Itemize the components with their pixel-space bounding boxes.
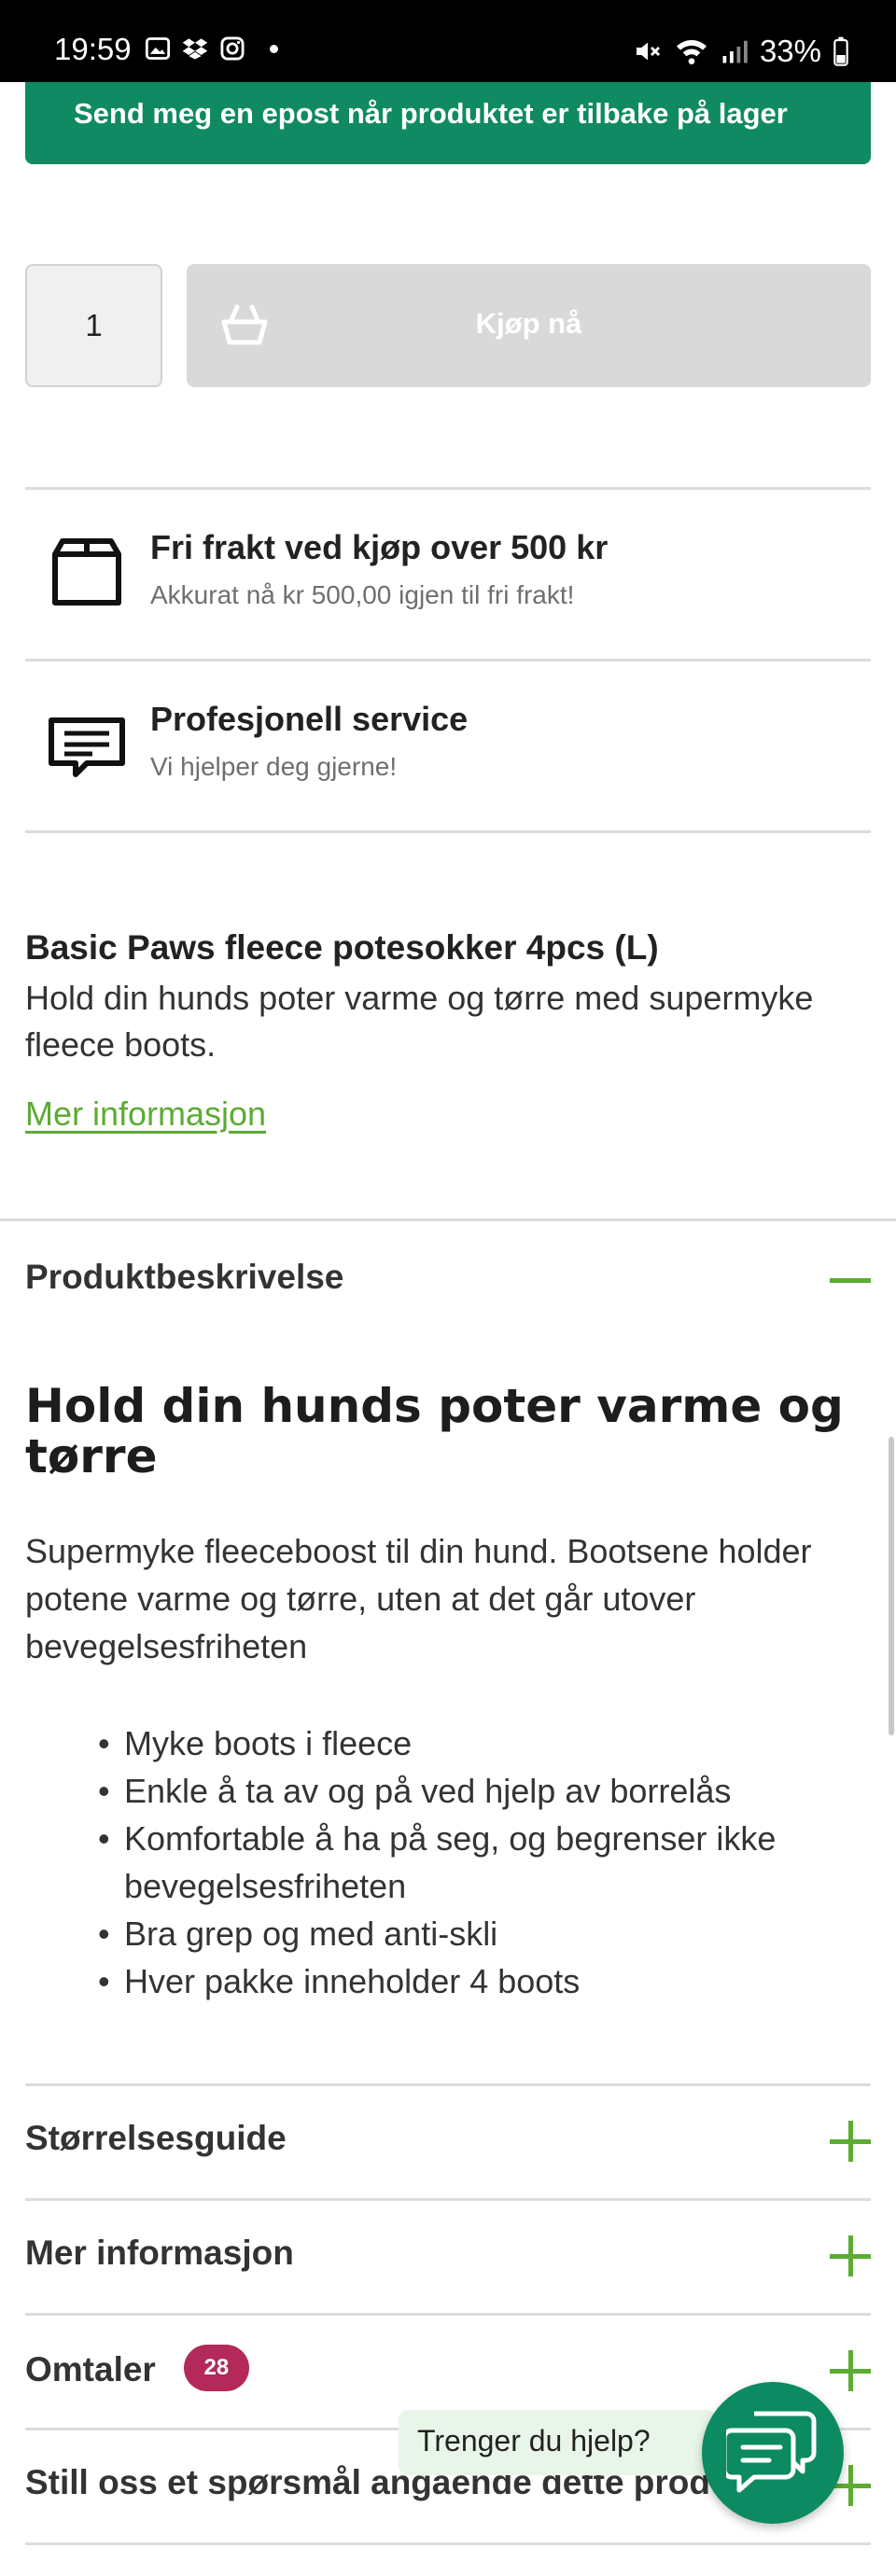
accordion-title: Størrelsesguide (25, 2119, 287, 2157)
free-shipping-subtitle: Akkurat nå kr 500,00 igjen til fri frakt… (150, 580, 575, 609)
instagram-icon (220, 36, 245, 61)
more-info-link[interactable]: Mer informasjon (25, 1094, 266, 1134)
description-heading: Hold din hunds poter varme og tørre (25, 1379, 844, 1483)
feature-list: Myke boots i fleece Enkle å ta av og på … (98, 1720, 863, 2005)
battery-percent: 33% (759, 34, 821, 68)
plus-icon[interactable] (830, 2235, 871, 2277)
chat-icon (726, 2411, 817, 2493)
status-bar: 19:59 33% (0, 0, 896, 82)
notification-icons (145, 35, 278, 62)
message-icon (49, 717, 125, 777)
service-title: Profesjonell service (150, 700, 469, 738)
accordion-product-description[interactable]: Produktbeskrivelse (25, 1222, 871, 1334)
review-count-badge: 28 (183, 2345, 249, 2391)
list-item: Enkle å ta av og på ved hjelp av borrelå… (98, 1767, 863, 1815)
buy-now-button[interactable]: Kjøp nå (187, 264, 871, 387)
list-item: Komfortable å ha på seg, og begrenser ik… (98, 1815, 863, 1910)
dropbox-icon (182, 38, 208, 60)
accordion-size-guide[interactable]: Størrelsesguide (25, 2083, 871, 2195)
system-icons: 33% (633, 34, 849, 69)
product-name: Basic Paws fleece potesokker 4pcs (L) (25, 928, 659, 967)
minus-icon[interactable] (830, 1260, 871, 1301)
plus-icon[interactable] (830, 2121, 871, 2162)
mute-icon (636, 42, 660, 61)
list-item: Bra grep og med anti-skli (98, 1910, 863, 1957)
list-item: Hver pakke inneholder 4 boots (98, 1957, 863, 2005)
divider (25, 487, 871, 490)
plus-icon[interactable] (830, 2350, 871, 2391)
wifi-icon (676, 40, 707, 64)
signal-icon (722, 40, 748, 63)
divider (25, 830, 871, 833)
chat-button[interactable] (702, 2382, 844, 2524)
accordion-title: Mer informasjon (25, 2234, 294, 2272)
product-short-description: Hold din hunds poter varme og tørre med … (25, 979, 814, 1064)
divider (0, 1218, 896, 1221)
buy-now-label: Kjøp nå (475, 307, 582, 340)
notify-when-in-stock-button[interactable]: Send meg en epost når produktet er tilba… (25, 82, 871, 164)
more-notifications-dot (270, 44, 278, 53)
accordion-title: Omtaler 28 (25, 2345, 249, 2395)
reviews-label: Omtaler (25, 2349, 156, 2388)
divider (25, 2542, 871, 2545)
box-icon (52, 538, 121, 606)
quantity-input[interactable]: 1 (25, 264, 162, 387)
description-paragraph: Supermyke fleeceboost til din hund. Boot… (25, 1532, 812, 1665)
divider (25, 659, 871, 661)
accordion-title: Produktbeskrivelse (25, 1258, 344, 1296)
help-bubble[interactable]: Trenger du hjelp? (399, 2410, 716, 2475)
battery-icon (833, 36, 848, 66)
list-item: Myke boots i fleece (98, 1720, 863, 1767)
service-subtitle: Vi hjelper deg gjerne! (150, 752, 398, 781)
free-shipping-title: Fri frakt ved kjøp over 500 kr (150, 528, 609, 566)
accordion-more-information[interactable]: Mer informasjon (25, 2198, 871, 2310)
status-time: 19:59 (54, 32, 132, 66)
gallery-icon (145, 37, 171, 60)
free-shipping-info: Fri frakt ved kjøp over 500 kr Akkurat n… (25, 493, 871, 661)
scrollbar[interactable] (889, 1437, 894, 1735)
service-info: Profesjonell service Vi hjelper deg gjer… (25, 664, 871, 832)
